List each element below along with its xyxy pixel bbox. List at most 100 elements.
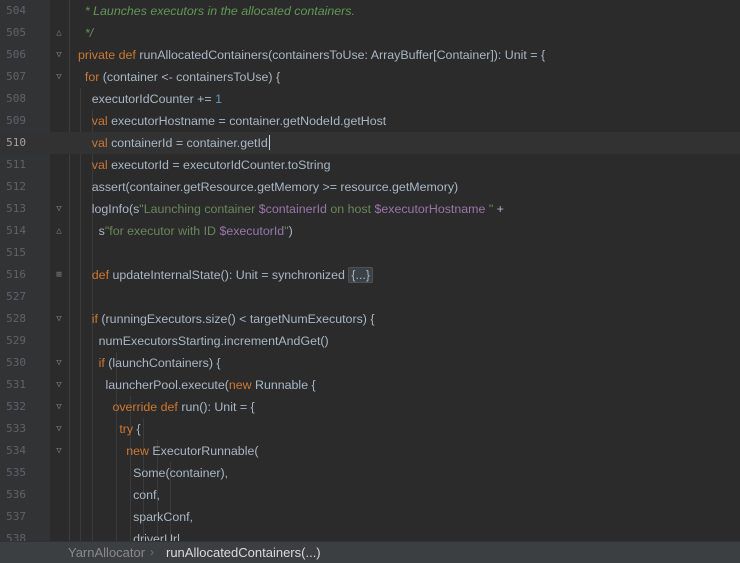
line-number[interactable]: 506 [0,44,26,66]
line-number[interactable]: 530 [0,352,26,374]
breadcrumb-file[interactable]: YarnAllocator [68,542,145,563]
fold-marker-icon[interactable]: ▽ [54,445,64,457]
code-token: runAllocatedContainers(containersToUse: … [139,48,546,62]
fold-marker-icon[interactable]: ▽ [54,401,64,413]
code-text[interactable]: try { [78,418,140,440]
code-token: ) [288,224,293,238]
code-text[interactable]: */ [78,22,93,44]
code-line[interactable]: 516 ⊞ def updateInternalState(): Unit = s… [0,264,740,286]
code-token: Some(container), [78,466,229,480]
code-token: 1 [215,92,222,106]
code-text[interactable]: launcherPool.execute(new Runnable { [78,374,316,396]
code-text[interactable]: def updateInternalState(): Unit = synchr… [78,264,373,286]
line-number[interactable]: 538 [0,528,26,541]
line-number[interactable]: 534 [0,440,26,462]
folded-code-placeholder[interactable]: {...} [348,267,373,283]
code-line[interactable]: 514 △ s"for executor with ID $executorId"… [0,220,740,242]
code-line[interactable]: 534 ▽ new ExecutorRunnable( [0,440,740,462]
code-line[interactable]: 527 [0,286,740,308]
code-text[interactable]: override def run(): Unit = { [78,396,254,418]
code-token: (launchContainers) { [108,356,221,370]
code-line[interactable]: 510 val containerId = container.getId [0,132,740,154]
code-line[interactable]: 504 * Launches executors in the allocate… [0,0,740,22]
fold-marker-icon[interactable]: △ [54,27,64,39]
line-number[interactable]: 527 [0,286,26,308]
line-number[interactable]: 508 [0,88,26,110]
fold-marker-icon[interactable]: ⊞ [54,269,64,281]
code-editor[interactable]: 504 * Launches executors in the allocate… [0,0,740,541]
code-line[interactable]: 512 assert(container.getResource.getMemo… [0,176,740,198]
fold-marker-icon[interactable]: ▽ [54,313,64,325]
code-line[interactable]: 511 val executorId = executorIdCounter.t… [0,154,740,176]
code-text[interactable]: val executorId = executorIdCounter.toStr… [78,154,331,176]
fold-marker-icon[interactable]: △ [54,225,64,237]
code-line[interactable]: 507 ▽ for (container <- containersToUse) … [0,66,740,88]
code-text[interactable]: if (runningExecutors.size() < targetNumE… [78,308,375,330]
code-text[interactable]: numExecutorsStarting.incrementAndGet() [78,330,329,352]
fold-marker-icon[interactable]: ▽ [54,357,64,369]
fold-marker-icon[interactable]: ▽ [54,49,64,61]
line-number[interactable]: 509 [0,110,26,132]
code-text[interactable]: executorIdCounter += 1 [78,88,222,110]
fold-marker-icon[interactable]: ▽ [54,203,64,215]
code-text[interactable]: private def runAllocatedContainers(conta… [78,44,545,66]
line-number[interactable]: 510 [0,132,26,154]
line-number[interactable]: 511 [0,154,26,176]
code-token: def [91,268,113,282]
code-text[interactable]: sparkConf, [78,506,193,528]
line-number[interactable]: 504 [0,0,26,22]
code-line[interactable]: 530 ▽ if (launchContainers) { [0,352,740,374]
code-line[interactable]: 537 sparkConf, [0,506,740,528]
code-line[interactable]: 506 ▽ private def runAllocatedContainers(c… [0,44,740,66]
code-text[interactable]: val executorHostname = container.getNode… [78,110,386,132]
code-text[interactable]: new ExecutorRunnable( [78,440,258,462]
code-line[interactable]: 532 ▽ override def run(): Unit = { [0,396,740,418]
line-number[interactable]: 536 [0,484,26,506]
code-line[interactable]: 509 val executorHostname = container.get… [0,110,740,132]
code-line[interactable]: 529 numExecutorsStarting.incrementAndGet… [0,330,740,352]
line-number[interactable]: 515 [0,242,26,264]
code-text[interactable]: driverUrl, [78,528,183,541]
code-text[interactable]: Some(container), [78,462,228,484]
code-token: "for executor with ID [104,224,220,238]
breadcrumb-method[interactable]: runAllocatedContainers(...) [166,542,321,563]
code-text[interactable]: * Launches executors in the allocated co… [78,0,355,22]
fold-marker-icon[interactable]: ▽ [54,71,64,83]
code-line[interactable]: 533 ▽ try { [0,418,740,440]
code-line[interactable]: 536 conf, [0,484,740,506]
code-token: * Launches executors in the allocated co… [78,4,355,18]
line-number[interactable]: 514 [0,220,26,242]
code-text[interactable]: conf, [78,484,160,506]
code-token: driverUrl, [78,532,184,541]
code-line[interactable]: 531 ▽ launcherPool.execute(new Runnable { [0,374,740,396]
line-number[interactable]: 516 [0,264,26,286]
line-number[interactable]: 535 [0,462,26,484]
line-number[interactable]: 532 [0,396,26,418]
code-text[interactable]: s"for executor with ID $executorId") [78,220,293,242]
line-number[interactable]: 507 [0,66,26,88]
code-line[interactable]: 513 ▽ logInfo(s"Launching container $cont… [0,198,740,220]
code-line[interactable]: 538 driverUrl, [0,528,740,541]
code-text[interactable]: val containerId = container.getId [78,132,270,154]
code-line[interactable]: 508 executorIdCounter += 1 [0,88,740,110]
code-text[interactable]: logInfo(s"Launching container $container… [78,198,504,220]
code-line[interactable]: 528 ▽ if (runningExecutors.size() < targe… [0,308,740,330]
fold-marker-icon[interactable]: ▽ [54,379,64,391]
code-token: executorHostname = container.getNodeId.g… [111,114,387,128]
code-line[interactable]: 505 △ */ [0,22,740,44]
code-text[interactable]: for (container <- containersToUse) { [78,66,280,88]
line-number[interactable]: 512 [0,176,26,198]
line-number[interactable]: 529 [0,330,26,352]
line-number[interactable]: 537 [0,506,26,528]
code-text[interactable]: assert(container.getResource.getMemory >… [78,176,458,198]
line-number[interactable]: 533 [0,418,26,440]
fold-marker-icon[interactable]: ▽ [54,423,64,435]
code-line[interactable]: 515 [0,242,740,264]
line-number[interactable]: 505 [0,22,26,44]
code-line[interactable]: 535 Some(container), [0,462,740,484]
line-number[interactable]: 528 [0,308,26,330]
line-number[interactable]: 531 [0,374,26,396]
code-token: private def [78,48,140,62]
line-number[interactable]: 513 [0,198,26,220]
code-text[interactable]: if (launchContainers) { [78,352,221,374]
